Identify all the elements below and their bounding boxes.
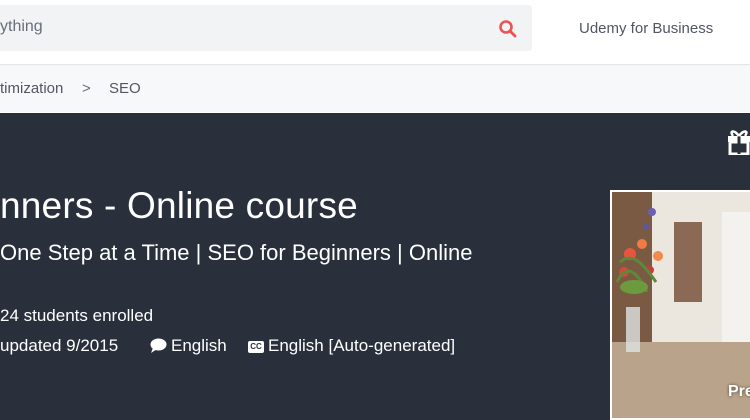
language-label: English — [171, 336, 227, 355]
last-updated: updated 9/2015 — [0, 336, 119, 355]
course-preview[interactable]: Pre — [610, 190, 750, 420]
gift-icon[interactable] — [726, 127, 750, 155]
udemy-for-business-link[interactable]: Udemy for Business — [579, 20, 713, 37]
captions-label: English [Auto-generated] — [268, 336, 456, 355]
language-info: English — [150, 336, 227, 356]
search-bar[interactable]: ything — [0, 5, 532, 51]
course-subtitle: One Step at a Time | SEO for Beginners |… — [0, 240, 473, 265]
breadcrumb: timization > SEO — [0, 66, 750, 112]
comment-icon — [150, 338, 167, 353]
course-header: nners - Online course One Step at a Time… — [0, 113, 750, 420]
breadcrumb-item-optimization[interactable]: timization — [0, 80, 63, 97]
breadcrumb-separator: > — [82, 80, 91, 97]
top-navbar: ything Udemy for Business — [0, 0, 750, 65]
students-enrolled: 24 students enrolled — [0, 306, 154, 325]
preview-label: Pre — [728, 383, 750, 400]
search-input[interactable]: ything — [0, 18, 43, 36]
breadcrumb-item-seo[interactable]: SEO — [109, 80, 141, 97]
captions-info: CC English [Auto-generated] — [248, 336, 455, 356]
course-title: nners - Online course — [0, 185, 358, 226]
cc-icon: CC — [248, 341, 264, 353]
search-icon[interactable] — [498, 19, 518, 39]
